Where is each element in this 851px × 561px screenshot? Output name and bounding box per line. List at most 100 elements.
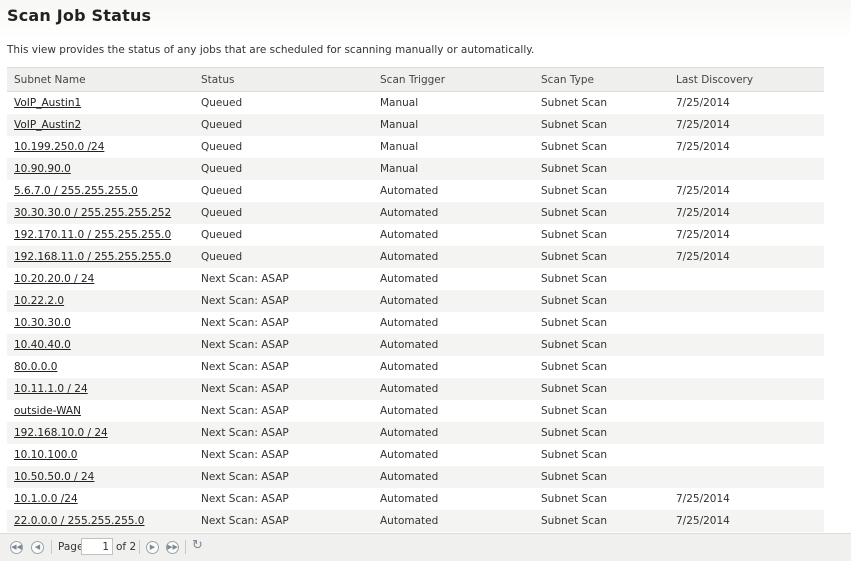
cell-subnet-name: 10.50.50.0 / 24 [7,466,194,488]
cell-subnet-name: 80.0.0.0 [7,356,194,378]
cell-subnet-name: 192.170.11.0 / 255.255.255.0 [7,224,194,246]
cell-scan-trigger: Automated [373,422,534,444]
cell-last-discovery: 7/25/2014 [669,202,824,224]
subnet-link[interactable]: 10.40.40.0 [14,339,71,351]
cell-status: Queued [194,114,373,136]
table-header-row: Subnet Name Status Scan Trigger Scan Typ… [7,67,824,92]
cell-last-discovery [669,466,824,488]
table-row: 80.0.0.0 Next Scan: ASAP Automated Subnet S… [7,356,824,378]
table-row: 5.6.7.0 / 255.255.255.0 Queued Automated Su… [7,180,824,202]
cell-subnet-name: 10.90.90.0 [7,158,194,180]
cell-scan-type: Subnet Scan [534,114,669,136]
subnet-link[interactable]: 10.90.90.0 [14,163,71,175]
cell-scan-type: Subnet Scan [534,246,669,268]
cell-scan-type: Subnet Scan [534,510,669,532]
cell-subnet-name: 10.10.100.0 [7,444,194,466]
cell-subnet-name: 10.1.0.0 /24 [7,488,194,510]
pager-divider [139,540,140,554]
cell-subnet-name: 10.20.20.0 / 24 [7,268,194,290]
cell-last-discovery [669,422,824,444]
column-header-subnet-name[interactable]: Subnet Name [7,67,194,92]
cell-status: Queued [194,202,373,224]
next-page-icon[interactable]: ▶ [146,541,159,554]
cell-last-discovery [669,378,824,400]
cell-scan-type: Subnet Scan [534,422,669,444]
cell-status: Next Scan: ASAP [194,378,373,400]
page-count-label: of 2 [116,541,137,553]
cell-scan-trigger: Automated [380,185,439,197]
cell-last-discovery [669,334,824,356]
cell-scan-type: Subnet Scan [534,378,669,400]
table-row: 10.30.30.0 Next Scan: ASAP Automated Subnet… [7,312,824,334]
subnet-link[interactable]: VoIP_Austin2 [14,119,81,131]
subnet-link[interactable]: 192.168.11.0 / 255.255.255.0 [14,251,171,263]
column-header-last-discovery[interactable]: Last Discovery [669,67,824,92]
cell-status: Queued [201,229,243,241]
cell-scan-trigger: Automated [380,317,439,329]
cell-scan-type: Subnet Scan [541,449,608,461]
column-header-scan-type[interactable]: Scan Type [534,67,669,92]
subnet-link[interactable]: 10.50.50.0 / 24 [14,471,94,483]
cell-last-discovery [669,400,824,422]
table-row: 10.11.1.0 / 24 Next Scan: ASAP Automated Su… [7,378,824,400]
subnet-link[interactable]: 10.11.1.0 / 24 [14,383,88,395]
first-page-icon[interactable]: ◀◀ [10,541,23,554]
cell-scan-type: Subnet Scan [534,290,669,312]
cell-scan-trigger: Automated [380,361,439,373]
subnet-link[interactable]: 10.1.0.0 /24 [14,493,78,505]
cell-status: Next Scan: ASAP [201,493,289,505]
subnet-link[interactable]: 192.168.10.0 / 24 [14,427,108,439]
refresh-icon[interactable]: ↻ [192,539,206,553]
cell-scan-type: Subnet Scan [534,202,669,224]
subnet-link[interactable]: 10.30.30.0 [14,317,71,329]
table-row: 192.168.10.0 / 24 Next Scan: ASAP Automate… [7,422,824,444]
table-row: 22.0.0.0 / 255.255.255.0 Next Scan: ASAP A… [7,510,824,532]
table-row: 30.30.30.0 / 255.255.255.252 Queued Automa… [7,202,824,224]
cell-scan-type: Subnet Scan [541,317,608,329]
subnet-link[interactable]: 80.0.0.0 [14,361,57,373]
subnet-link[interactable]: 10.20.20.0 / 24 [14,273,94,285]
cell-scan-trigger: Manual [373,114,534,136]
previous-page-icon[interactable]: ◀ [31,541,44,554]
subnet-link[interactable]: 10.10.100.0 [14,449,77,461]
pager-divider [51,540,52,554]
table-row: outside-WAN Next Scan: ASAP Automated Subne… [7,400,824,422]
subnet-link[interactable]: 10.22.2.0 [14,295,64,307]
cell-status: Next Scan: ASAP [201,317,289,329]
subnet-link[interactable]: 22.0.0.0 / 255.255.255.0 [14,515,144,527]
cell-scan-trigger: Automated [380,493,439,505]
cell-subnet-name: 10.40.40.0 [7,334,194,356]
cell-subnet-name: 10.11.1.0 / 24 [7,378,194,400]
cell-scan-type: Subnet Scan [541,97,608,109]
cell-subnet-name: VoIP_Austin2 [7,114,194,136]
subnet-link[interactable]: VoIP_Austin1 [14,97,81,109]
cell-subnet-name: 192.168.10.0 / 24 [7,422,194,444]
cell-scan-type: Subnet Scan [541,493,608,505]
cell-status: Queued [194,246,373,268]
cell-scan-trigger: Automated [373,466,534,488]
column-header-scan-trigger[interactable]: Scan Trigger [373,67,534,92]
subnet-link[interactable]: 5.6.7.0 / 255.255.255.0 [14,185,138,197]
cell-scan-trigger: Automated [373,378,534,400]
cell-status: Next Scan: ASAP [201,449,289,461]
subnet-link[interactable]: 192.170.11.0 / 255.255.255.0 [14,229,171,241]
subnet-link[interactable]: 30.30.30.0 / 255.255.255.252 [14,207,171,219]
subnet-link[interactable]: 10.199.250.0 /24 [14,141,104,153]
cell-last-discovery: 7/25/2014 [669,246,824,268]
cell-status: Next Scan: ASAP [194,466,373,488]
cell-status: Next Scan: ASAP [194,510,373,532]
table-row: 192.170.11.0 / 255.255.255.0 Queued Automa… [7,224,824,246]
cell-status: Queued [201,97,243,109]
last-page-icon[interactable]: ▶▶ [166,541,179,554]
column-header-status[interactable]: Status [194,67,373,92]
cell-scan-type: Subnet Scan [541,185,608,197]
page-number-input[interactable] [81,538,113,555]
cell-subnet-name: 30.30.30.0 / 255.255.255.252 [7,202,194,224]
subnet-link[interactable]: outside-WAN [14,405,81,417]
table-row: 10.1.0.0 /24 Next Scan: ASAP Automated Subn… [7,488,824,510]
pagination-bar: ◀◀ ◀ Page of 2 ▶ ▶▶ ↻ [0,533,851,561]
cell-status: Next Scan: ASAP [194,290,373,312]
cell-subnet-name: 10.199.250.0 /24 [7,136,194,158]
cell-last-discovery [669,158,824,180]
cell-subnet-name: VoIP_Austin1 [7,92,194,115]
